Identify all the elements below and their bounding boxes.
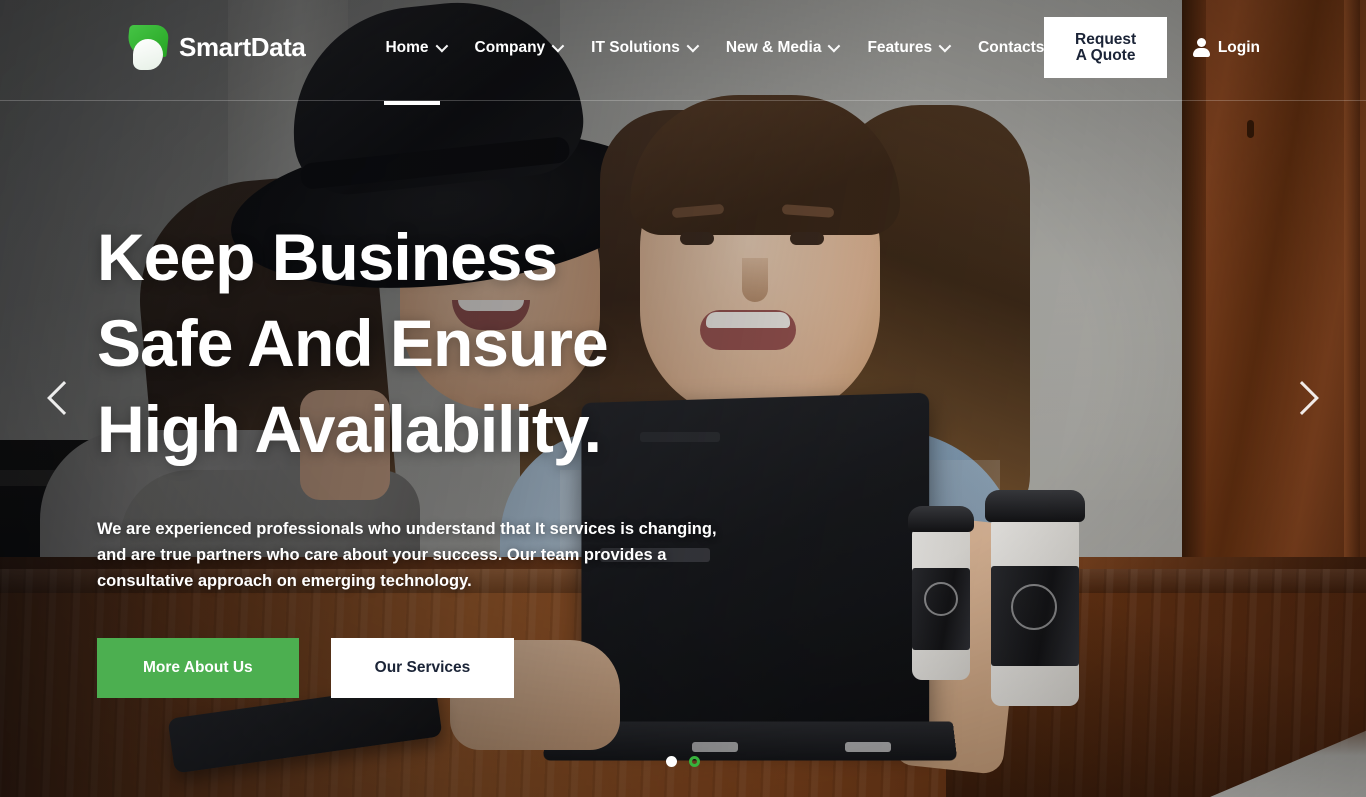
hero-subtext: We are experienced professionals who und…: [97, 520, 717, 590]
nav-item-label: Company: [474, 38, 546, 56]
chevron-down-icon: [938, 39, 952, 53]
hero-slider: SmartData Home Company IT Solutions New …: [0, 0, 1366, 797]
chevron-down-icon: [828, 39, 841, 53]
nav-item-features[interactable]: Features: [867, 35, 952, 61]
nav-item-label: Home: [385, 38, 429, 56]
nav-item-it-solutions[interactable]: IT Solutions: [591, 35, 700, 61]
nav-item-new-and-media[interactable]: New & Media: [725, 35, 841, 61]
user-icon: [1192, 38, 1210, 57]
leaf-drop-logo-icon: [126, 24, 170, 71]
chevron-down-icon: [686, 39, 700, 53]
hero-content: Keep Business Safe And Ensure High Avail…: [97, 214, 857, 698]
chevron-left-icon: [47, 381, 81, 415]
main-navigation: Home Company IT Solutions New & Media Fe…: [384, 35, 1044, 105]
nav-item-label: Features: [867, 38, 933, 56]
chevron-right-icon: [1285, 381, 1319, 415]
site-header: SmartData Home Company IT Solutions New …: [0, 0, 1366, 105]
more-about-us-button[interactable]: More About Us: [97, 638, 299, 698]
request-a-quote-button[interactable]: Request A Quote: [1044, 17, 1167, 78]
slider-pagination: [666, 756, 700, 767]
nav-item-label: IT Solutions: [591, 38, 680, 56]
nav-item-home[interactable]: Home: [384, 35, 448, 105]
hero-headline-line-1: Keep Business: [97, 220, 558, 294]
header-actions: Request A Quote Login: [1044, 17, 1260, 78]
brand-logo-link[interactable]: SmartData: [126, 24, 306, 71]
our-services-button[interactable]: Our Services: [330, 638, 515, 698]
hero-headline-line-3: High Availability.: [97, 392, 602, 466]
login-link[interactable]: Login: [1192, 38, 1260, 57]
nav-item-company[interactable]: Company: [474, 35, 565, 61]
slider-dot-2[interactable]: [689, 756, 700, 767]
login-label: Login: [1217, 38, 1260, 56]
hero-button-row: More About Us Our Services: [97, 638, 857, 698]
hero-headline: Keep Business Safe And Ensure High Avail…: [97, 214, 857, 472]
nav-item-label: Contacts: [978, 38, 1045, 56]
chevron-down-icon: [551, 39, 565, 53]
slider-next-button[interactable]: [1278, 376, 1326, 432]
brand-name: SmartData: [179, 32, 306, 62]
nav-item-label: New & Media: [725, 38, 822, 56]
slider-prev-button[interactable]: [40, 376, 88, 432]
chevron-down-icon: [435, 39, 448, 53]
hero-headline-line-2: Safe And Ensure: [97, 306, 609, 380]
slider-dot-1[interactable]: [666, 756, 677, 767]
nav-item-contacts[interactable]: Contacts: [978, 35, 1044, 61]
